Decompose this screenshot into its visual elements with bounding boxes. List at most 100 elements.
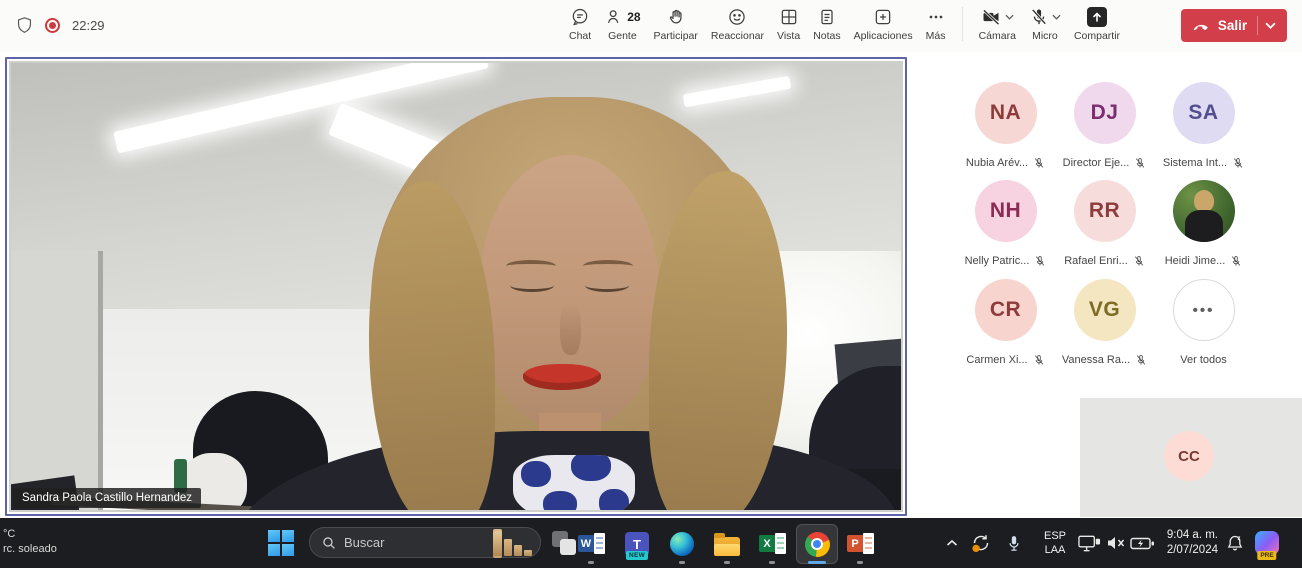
participant-name: Director Eje... [1063,157,1130,169]
mic-muted-icon [1034,255,1046,267]
tray-volume[interactable] [1104,518,1128,568]
participant-video-tile-cc[interactable]: CC [1080,398,1302,517]
camera-off-icon [980,7,1002,27]
windows-logo-icon [268,530,280,542]
notes-icon [817,7,837,27]
tray-notifications[interactable]: z [1224,518,1246,568]
recording-indicator [45,18,60,33]
stairs-art [514,545,522,556]
tray-sync-status[interactable] [968,518,994,568]
monitor-plug-icon [1078,534,1101,553]
taskbar-app-chrome[interactable] [803,531,831,557]
search-highlight-image[interactable] [493,530,532,556]
share-button[interactable]: Compartir [1071,5,1123,44]
search-input[interactable] [344,535,454,550]
people-count-badge: 28 [627,10,640,24]
leave-chevron-down-icon[interactable] [1265,22,1276,29]
more-button[interactable]: Más [923,5,949,44]
windows-logo-icon [282,530,294,542]
tray-network[interactable] [1076,518,1102,568]
add-apps-icon [873,7,893,27]
participant-name: Heidi Jime... [1165,255,1226,267]
stairs-art [524,550,532,556]
door-panel [11,251,103,510]
copilot-button[interactable]: PRE [1252,518,1282,568]
avatar: SA [1173,82,1235,144]
tray-language-switcher[interactable]: ESPLAA [1036,518,1074,568]
meeting-timer: 22:29 [72,18,105,33]
file-explorer-icon [714,537,740,556]
video-scene [11,63,901,510]
cc-avatar: CC [1164,431,1214,481]
taskbar-app-excel[interactable]: X [758,531,786,557]
hang-up-icon [1192,16,1211,35]
avatar-photo [1173,180,1235,242]
mic-muted-icon [1133,255,1145,267]
mic-muted-icon [1134,157,1146,169]
mic-chevron-down-icon[interactable] [1052,14,1061,20]
avatar: DJ [1074,82,1136,144]
raise-hand-button[interactable]: Participar [651,5,701,44]
tray-microphone[interactable] [1004,518,1024,568]
weather-widget[interactable]: °C rc. soleado [3,527,57,557]
participant-tile[interactable]: RR Rafael Enri... [1055,180,1154,267]
see-all-label: Ver todos [1180,354,1226,366]
taskbar-app-edge[interactable] [668,531,696,557]
participant-name: Sistema Int... [1163,157,1227,169]
see-all-participants[interactable]: ••• Ver todos [1154,279,1253,366]
participant-tile[interactable]: VG Vanessa Ra... [1055,279,1154,366]
participant-tile[interactable]: CR Carmen Xi... [956,279,1055,366]
start-button[interactable] [268,530,294,556]
participant-tile[interactable]: NA Nubia Arév... [956,82,1055,169]
participant-tile[interactable]: SA Sistema Int... [1154,82,1253,169]
sync-icon [970,532,992,554]
excel-icon: X [759,532,786,556]
keyboard-layout: LAA [1044,543,1066,557]
camera-chevron-down-icon[interactable] [1005,14,1014,20]
notes-button[interactable]: Notas [810,5,843,44]
task-view-button[interactable] [552,531,576,555]
column-art [493,531,502,556]
mic-muted-icon [1232,157,1244,169]
react-button[interactable]: Reaccionar [708,5,767,44]
mic-muted-icon [1033,157,1045,169]
taskbar-search[interactable] [309,527,541,558]
participant-tile[interactable]: NH Nelly Patric... [956,180,1055,267]
chat-button[interactable]: Chat [566,5,594,44]
speaker-muted-icon [1106,535,1126,551]
tray-clock[interactable]: 9:04 a. m.2/07/2024 [1152,518,1218,568]
speaker-video-tile[interactable]: Sandra Paola Castillo Hernandez [5,57,907,516]
participant-name: Nelly Patric... [965,255,1030,267]
running-indicator [769,561,775,564]
taskbar-app-word[interactable]: W [577,531,605,557]
speaker-lips [523,364,601,390]
windows-logo-icon [268,544,280,556]
taskbar-app-file-explorer[interactable] [713,531,741,557]
search-icon [322,536,336,550]
teams-new-badge: NEW [626,551,648,560]
active-running-indicator [808,561,826,564]
edge-icon [670,532,694,556]
windows-logo-icon [282,544,294,556]
speaker-scarf [513,455,635,510]
tray-show-hidden-icons[interactable] [942,518,962,568]
shield-icon [16,16,33,35]
mic-muted-icon [1033,354,1045,366]
avatar: NH [975,180,1037,242]
mic-button[interactable]: Micro [1026,5,1064,44]
participant-tile[interactable]: DJ Director Eje... [1055,82,1154,169]
speaker-name-badge: Sandra Paola Castillo Hernandez [13,488,201,508]
speaker-eye [585,279,629,292]
people-button[interactable]: 28 Gente [601,5,643,44]
camera-button[interactable]: Cámara [976,5,1019,44]
participant-tile[interactable]: Heidi Jime... [1154,180,1253,267]
speaker-nose [560,303,581,355]
copilot-icon: PRE [1255,531,1279,555]
leave-button[interactable]: Salir [1181,9,1287,42]
view-button[interactable]: Vista [774,5,803,44]
clock-time: 9:04 a. m. [1152,528,1218,543]
view-grid-icon [779,7,799,27]
taskbar-app-powerpoint[interactable]: P [846,531,874,557]
apps-button[interactable]: Aplicaciones [851,5,916,44]
taskbar-app-teams[interactable]: TNEW [623,531,651,557]
